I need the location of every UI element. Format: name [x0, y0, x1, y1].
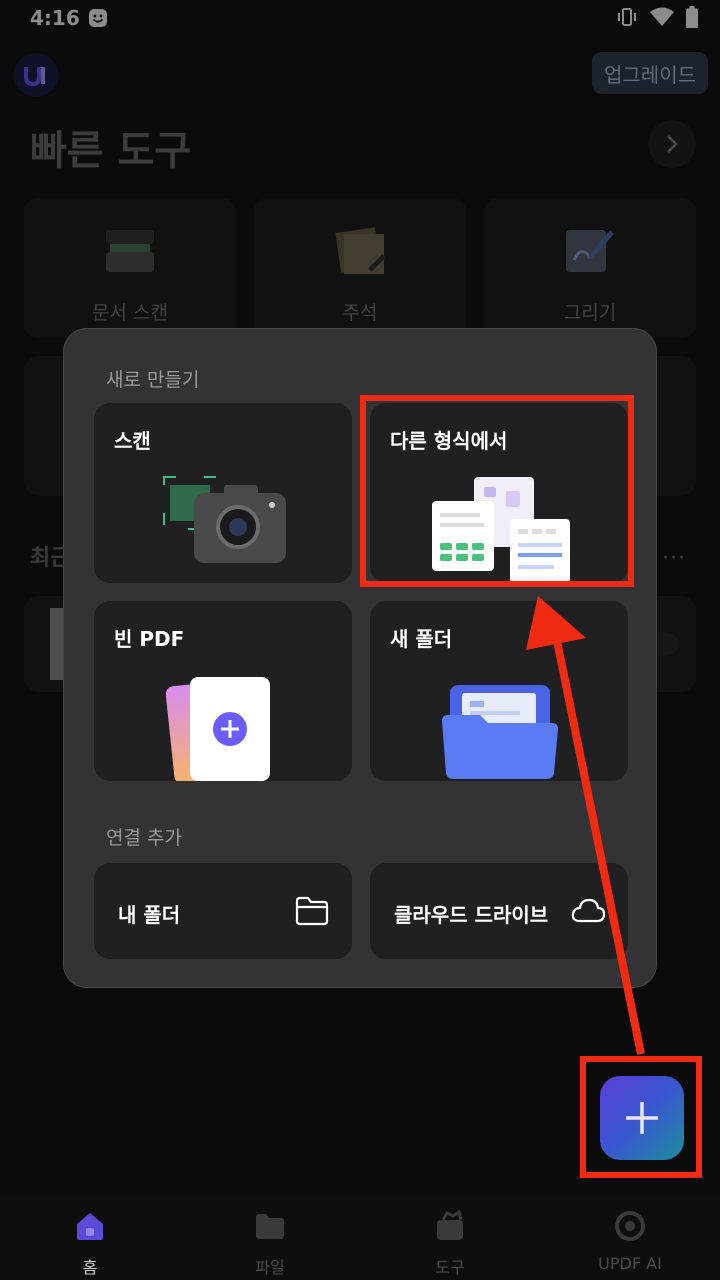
bottom-navigation: 홈 파일 도구 UPDF AI [0, 1196, 720, 1280]
nav-updf-ai[interactable]: UPDF AI [570, 1210, 690, 1273]
nav-label: UPDF AI [598, 1254, 662, 1273]
tools-icon [437, 1209, 463, 1240]
nav-label: 홈 [82, 1258, 98, 1277]
create-fab-button[interactable] [600, 1076, 684, 1160]
plus-icon [626, 1102, 658, 1134]
nav-label: 파일 [255, 1258, 285, 1277]
files-icon [256, 1214, 284, 1239]
nav-home[interactable]: 홈 [30, 1210, 150, 1278]
nav-label: 도구 [435, 1258, 465, 1277]
nav-files[interactable]: 파일 [210, 1210, 330, 1278]
ai-icon [615, 1211, 645, 1241]
nav-tools[interactable]: 도구 [390, 1209, 510, 1278]
home-icon [77, 1213, 103, 1240]
